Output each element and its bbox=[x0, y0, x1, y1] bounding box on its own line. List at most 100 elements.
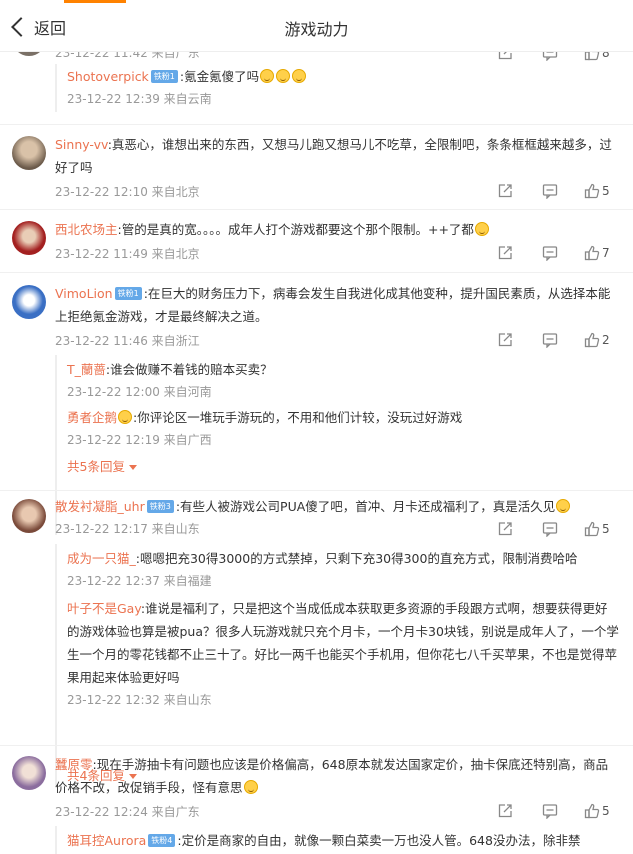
comment-username[interactable]: 蠶原零 bbox=[55, 757, 93, 772]
comment-icon bbox=[542, 183, 558, 199]
comment-username[interactable]: VimoLion bbox=[55, 286, 113, 301]
like-button[interactable]: 8 bbox=[579, 52, 615, 62]
comment-button[interactable] bbox=[534, 331, 565, 349]
comment-partial: 23-12-22 11:42 来自广东 8 Shotoverpick 铁粉1:氪金… bbox=[0, 52, 633, 120]
emoji bbox=[118, 410, 133, 424]
comment-username[interactable]: 西北农场主 bbox=[55, 222, 118, 237]
reply-username[interactable]: 叶子不是Gay bbox=[67, 601, 141, 616]
reply-item[interactable]: 勇者企鹅 :你评论区一堆玩手游玩的，不用和他们计较，没玩过好游戏 23-12-22… bbox=[67, 406, 619, 451]
reply-meta: 23-12-22 12:37 来自福建 bbox=[67, 574, 212, 588]
comment-item: Sinny-vv:真恶心，谁想出来的东西，又想马儿跑又想马儿不吃草，全限制吧，条… bbox=[0, 132, 633, 212]
reply-text: :谁会做赚不着钱的赔本买卖？ bbox=[105, 362, 273, 377]
reply-username[interactable]: 猫耳控Aurora bbox=[67, 833, 146, 848]
comment-item: 散发衬凝脂_uhr 铁粉3:有些人被游戏公司PUA傻了吧，首冲、月卡还成福利了，真… bbox=[0, 494, 633, 786]
share-button[interactable] bbox=[489, 52, 520, 62]
share-button[interactable] bbox=[489, 520, 520, 538]
top-bar: 返回 游戏动力 bbox=[0, 0, 633, 52]
comment-icon bbox=[542, 332, 558, 348]
like-count: 7 bbox=[602, 246, 610, 260]
like-button[interactable]: 5 bbox=[579, 802, 615, 820]
fan-badge: 铁粉4 bbox=[148, 834, 176, 847]
laugh-cry-emoji bbox=[276, 69, 291, 83]
reply-item[interactable]: 猫耳控Aurora 铁粉4:定价是商家的自由，就像一颗白菜卖一万也没人管。648没… bbox=[67, 829, 619, 852]
like-icon bbox=[584, 183, 600, 199]
scroll-accent bbox=[64, 0, 126, 3]
reply-meta: 23-12-22 12:39 来自云南 bbox=[67, 92, 212, 106]
reply-text: :你评论区一堆玩手游玩的，不用和他们计较，没玩过好游戏 bbox=[133, 410, 463, 425]
avatar[interactable] bbox=[12, 499, 46, 533]
reply-item[interactable]: 叶子不是Gay:谁说是福利了，只是把这个当成低成本获取更多资源的手段跟方式啊，想… bbox=[67, 597, 619, 711]
like-count: 8 bbox=[602, 52, 610, 60]
comment-item: 西北农场主:管的是真的宽。。。。成年人打个游戏都要这个那个限制。++了都 23-… bbox=[0, 217, 633, 272]
awkward-emoji bbox=[243, 780, 258, 794]
divider bbox=[0, 272, 633, 273]
like-button[interactable]: 5 bbox=[579, 520, 615, 538]
share-button[interactable] bbox=[489, 331, 520, 349]
sweat-smile-emoji bbox=[556, 499, 571, 513]
emoji bbox=[474, 222, 489, 236]
comment-item: 蠶原零:现在手游抽卡有问题也应该是价格偏高，648原本就发达国家定价，抽卡保底还… bbox=[0, 752, 633, 854]
comment-button[interactable] bbox=[534, 520, 565, 538]
laugh-cry-emoji bbox=[260, 69, 275, 83]
avatar[interactable] bbox=[12, 285, 46, 319]
like-icon bbox=[584, 52, 600, 61]
comment-username[interactable]: 散发衬凝脂_uhr bbox=[55, 499, 145, 514]
comment-icon bbox=[542, 52, 558, 61]
reply-username[interactable]: T_蘭蔷 bbox=[67, 362, 106, 377]
share-icon bbox=[497, 332, 513, 348]
fan-badge: 铁粉1 bbox=[114, 287, 142, 300]
avatar[interactable] bbox=[12, 52, 46, 56]
like-count: 5 bbox=[602, 522, 610, 536]
reply-text: :氪金氪傻了吗 bbox=[179, 69, 260, 84]
share-button[interactable] bbox=[489, 244, 520, 262]
like-icon bbox=[584, 245, 600, 261]
share-icon bbox=[497, 52, 513, 61]
more-replies-link[interactable]: 共5条回复 bbox=[67, 456, 137, 475]
comment-button[interactable] bbox=[534, 52, 565, 62]
share-button[interactable] bbox=[489, 802, 520, 820]
like-button[interactable]: 2 bbox=[579, 331, 615, 349]
reply-username[interactable]: 勇者企鹅 bbox=[67, 410, 117, 425]
like-icon bbox=[584, 332, 600, 348]
reply-item[interactable]: Shotoverpick 铁粉1:氪金氪傻了吗 23-12-22 12:39 来自… bbox=[67, 65, 619, 110]
comment-button[interactable] bbox=[534, 244, 565, 262]
comment-text: :管的是真的宽。。。。成年人打个游戏都要这个那个限制。++了都 bbox=[117, 222, 474, 237]
divider bbox=[0, 209, 633, 210]
share-button[interactable] bbox=[489, 182, 520, 200]
share-icon bbox=[497, 245, 513, 261]
comment-text: :有些人被游戏公司PUA傻了吧，首冲、月卡还成福利了，真是活久见 bbox=[175, 499, 556, 514]
share-icon bbox=[497, 521, 513, 537]
comment-icon bbox=[542, 803, 558, 819]
avatar[interactable] bbox=[12, 221, 46, 255]
reply-text: :定价是商家的自由，就像一颗白菜卖一万也没人管。648没办法，除非禁 bbox=[177, 833, 581, 848]
reply-item[interactable]: T_蘭蔷:谁会做赚不着钱的赔本买卖？ 23-12-22 12:00 来自河南 bbox=[67, 358, 619, 403]
like-button[interactable]: 5 bbox=[579, 182, 615, 200]
reply-text: :谁说是福利了，只是把这个当成低成本获取更多资源的手段跟方式啊，想要获得更好的游… bbox=[67, 601, 619, 685]
comment-item: VimoLion 铁粉1:在巨大的财务压力下，病毒会发生自我进化成其他变种，提升国… bbox=[0, 281, 633, 535]
divider bbox=[0, 490, 633, 491]
comment-username[interactable]: Sinny-vv bbox=[55, 137, 108, 152]
avatar[interactable] bbox=[12, 136, 46, 170]
like-icon bbox=[584, 803, 600, 819]
page-title: 游戏动力 bbox=[284, 20, 349, 39]
like-button[interactable]: 7 bbox=[579, 244, 615, 262]
like-count: 5 bbox=[602, 184, 610, 198]
comment-button[interactable] bbox=[534, 182, 565, 200]
reply-item[interactable]: 成为一只猫_:嗯嗯把充30得3000的方式禁掉，只剩下充30得300的直充方式，… bbox=[67, 547, 619, 592]
like-icon bbox=[584, 521, 600, 537]
comment-text: :现在手游抽卡有问题也应该是价格偏高，648原本就发达国家定价，抽卡保底还特别高… bbox=[55, 757, 609, 795]
reply-username[interactable]: Shotoverpick bbox=[67, 69, 149, 84]
caret-down-icon bbox=[128, 465, 137, 470]
reply-username[interactable]: 成为一只猫_ bbox=[67, 551, 136, 566]
like-count: 2 bbox=[602, 333, 610, 347]
comment-icon bbox=[542, 245, 558, 261]
comment-feed[interactable]: 23-12-22 11:42 来自广东 8 Shotoverpick 铁粉1:氪金… bbox=[0, 52, 633, 854]
divider bbox=[0, 745, 633, 746]
laugh-cry-emoji bbox=[292, 69, 307, 83]
comment-icon bbox=[542, 521, 558, 537]
reply-meta: 23-12-22 12:19 来自广西 bbox=[67, 433, 212, 447]
comment-button[interactable] bbox=[534, 802, 565, 820]
avatar[interactable] bbox=[12, 756, 46, 790]
fan-badge: 铁粉1 bbox=[150, 70, 178, 83]
reply-meta: 23-12-22 12:32 来自山东 bbox=[67, 693, 212, 707]
